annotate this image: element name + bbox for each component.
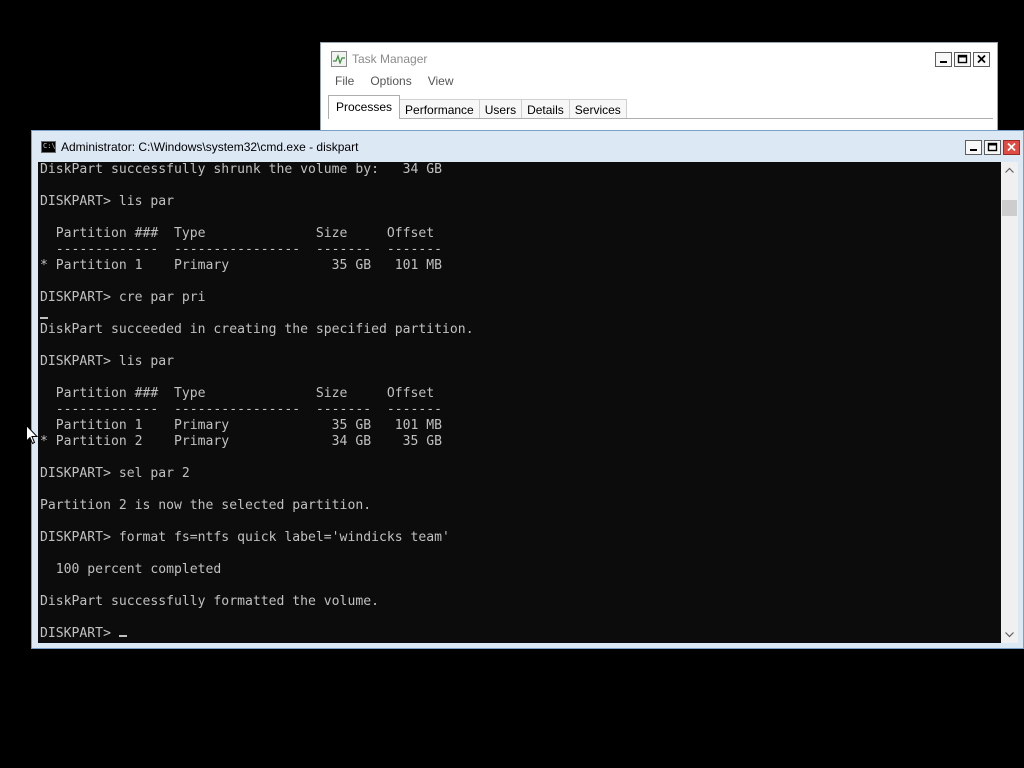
task-manager-window[interactable]: Task Manager File Options View Processes… bbox=[320, 42, 998, 134]
tab-processes[interactable]: Processes bbox=[328, 95, 401, 119]
console-line: Partition ### Type Size Offset bbox=[40, 386, 435, 401]
command-prompt-icon: C:\ bbox=[41, 140, 56, 153]
console-line: DiskPart successfully shrunk the volume … bbox=[40, 162, 443, 177]
console-line: DISKPART> lis par bbox=[40, 194, 175, 209]
console-line: DISKPART> bbox=[40, 626, 119, 641]
scroll-thumb[interactable] bbox=[1002, 200, 1017, 216]
maximize-icon bbox=[957, 54, 968, 64]
console-line: Partition 1 Primary 35 GB 101 MB bbox=[40, 418, 443, 433]
menu-file[interactable]: File bbox=[335, 74, 354, 88]
console-line: DISKPART> sel par 2 bbox=[40, 466, 190, 481]
tab-users[interactable]: Users bbox=[478, 99, 523, 119]
chevron-up-icon bbox=[1005, 167, 1014, 173]
minimize-icon bbox=[970, 149, 977, 151]
maximize-icon bbox=[987, 142, 998, 152]
maximize-button[interactable] bbox=[954, 52, 971, 67]
task-manager-titlebar[interactable]: Task Manager bbox=[321, 43, 997, 75]
console-line: * Partition 1 Primary 35 GB 101 MB bbox=[40, 258, 443, 273]
console-output[interactable]: DiskPart successfully shrunk the volume … bbox=[38, 162, 1001, 643]
console-line: DISKPART> cre par pri bbox=[40, 290, 206, 305]
tab-divider bbox=[328, 118, 993, 119]
stray-cursor-mark bbox=[40, 317, 48, 319]
console-line: Partition 2 is now the selected partitio… bbox=[40, 498, 372, 513]
tab-performance[interactable]: Performance bbox=[399, 99, 480, 119]
task-manager-menubar: File Options View bbox=[335, 74, 454, 88]
console-scrollbar[interactable] bbox=[1001, 162, 1018, 643]
tab-details[interactable]: Details bbox=[521, 99, 570, 119]
mouse-pointer-icon bbox=[26, 425, 38, 445]
console-line: Partition ### Type Size Offset bbox=[40, 226, 435, 241]
minimize-icon bbox=[940, 61, 947, 63]
tab-services[interactable]: Services bbox=[568, 99, 627, 119]
cmd-title: Administrator: C:\Windows\system32\cmd.e… bbox=[61, 139, 359, 154]
console-line: ------------- ---------------- ------- -… bbox=[40, 242, 443, 257]
console-line: * Partition 2 Primary 34 GB 35 GB bbox=[40, 434, 443, 449]
console-text: DiskPart successfully shrunk the volume … bbox=[38, 162, 1001, 642]
cmd-window-controls bbox=[965, 140, 1020, 155]
task-manager-window-controls bbox=[935, 52, 990, 67]
cmd-minimize-button[interactable] bbox=[965, 140, 982, 155]
console-line: ------------- ---------------- ------- -… bbox=[40, 402, 443, 417]
close-icon bbox=[977, 54, 986, 64]
text-cursor bbox=[118, 635, 127, 637]
menu-view[interactable]: View bbox=[428, 74, 454, 88]
console-line: DISKPART> lis par bbox=[40, 354, 175, 369]
task-manager-icon bbox=[331, 51, 347, 67]
scroll-up-button[interactable] bbox=[1001, 162, 1018, 179]
scroll-down-button[interactable] bbox=[1001, 626, 1018, 643]
close-icon bbox=[1007, 142, 1016, 152]
cmd-titlebar[interactable]: C:\ Administrator: C:\Windows\system32\c… bbox=[32, 131, 1023, 162]
cmd-maximize-button[interactable] bbox=[984, 140, 1001, 155]
cmd-close-button[interactable] bbox=[1003, 140, 1020, 155]
chevron-down-icon bbox=[1005, 632, 1014, 638]
console-line: 100 percent completed bbox=[40, 562, 222, 577]
task-manager-title: Task Manager bbox=[352, 52, 428, 66]
close-button[interactable] bbox=[973, 52, 990, 67]
menu-options[interactable]: Options bbox=[370, 74, 411, 88]
console-line: DISKPART> format fs=ntfs quick label='wi… bbox=[40, 530, 450, 545]
command-prompt-icon-text: C:\ bbox=[43, 141, 56, 150]
task-manager-tabs: Processes Performance Users Details Serv… bbox=[328, 95, 627, 119]
console-line: DiskPart successfully formatted the volu… bbox=[40, 594, 379, 609]
console-line: DiskPart succeeded in creating the speci… bbox=[40, 322, 474, 337]
minimize-button[interactable] bbox=[935, 52, 952, 67]
cmd-window[interactable]: C:\ Administrator: C:\Windows\system32\c… bbox=[31, 130, 1024, 649]
